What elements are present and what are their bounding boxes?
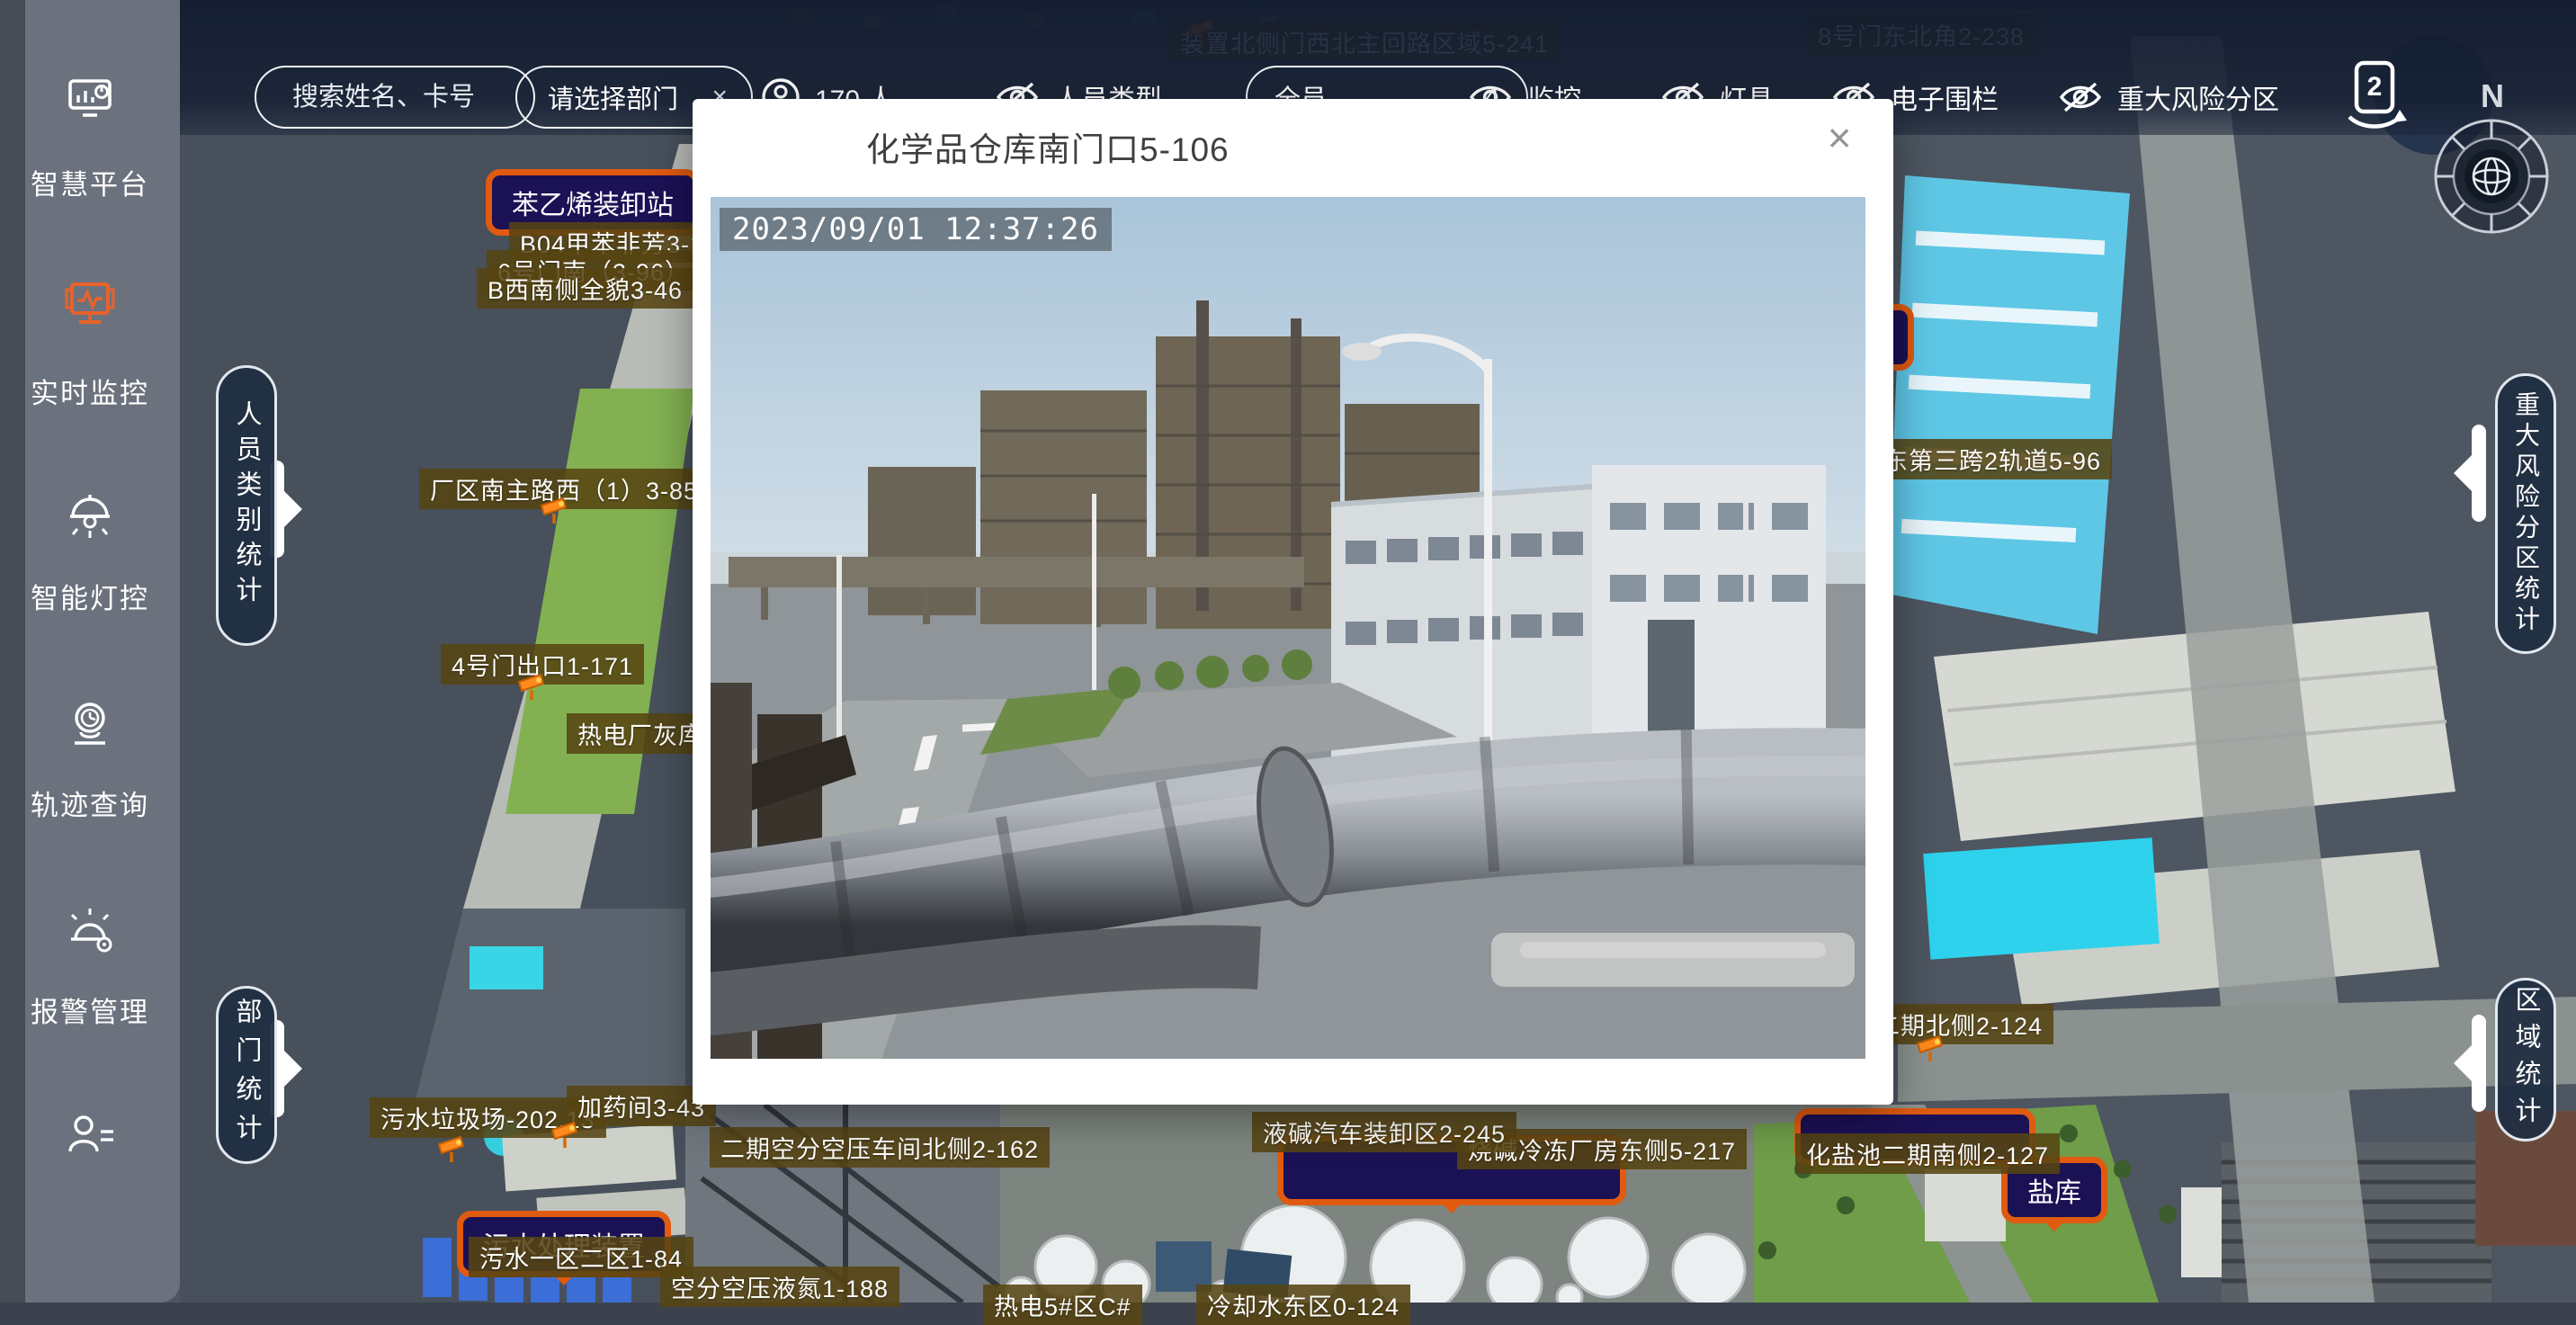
tab-personnel-category-stats[interactable]: 人员类别统计	[216, 365, 277, 646]
camera-marker-icon[interactable]	[517, 673, 553, 703]
tab-major-risk-zone-stats[interactable]: 重大风险分区统计	[2495, 373, 2556, 654]
smart-platform-icon	[63, 72, 117, 126]
tab-department-stats[interactable]: 部门统计	[216, 986, 277, 1164]
rotate-badge-number: 2	[2367, 72, 2383, 102]
map-label: 空分空压液氮1-188	[660, 1267, 899, 1307]
map-label: 二期空分空压车间北侧2-162	[710, 1127, 1050, 1168]
close-icon[interactable]: ×	[1812, 113, 1866, 162]
zone-label: 苯乙烯装卸站	[512, 191, 674, 220]
camera-viewer-modal: 化学品仓库南门口5-106 ×	[693, 99, 1893, 1105]
rotate-device-icon: 2	[2337, 58, 2412, 133]
department-placeholder: 请选择部门	[548, 78, 678, 116]
compass-widget[interactable]	[2432, 117, 2551, 236]
eye-off-icon	[2058, 79, 2103, 115]
toggle-major-risk-zone[interactable]: 重大风险分区	[2058, 66, 2279, 129]
sidebar-item-smart-platform[interactable]: 智慧平台	[0, 162, 180, 202]
sidebar-item-alarm-management[interactable]: 报警管理	[0, 989, 180, 1030]
compass-north-label: N	[2419, 77, 2567, 115]
camera-marker-icon[interactable]	[550, 1121, 586, 1151]
camera-marker-icon[interactable]	[1916, 1034, 1952, 1065]
camera-marker-icon[interactable]	[540, 497, 576, 527]
panel-expand-arrow[interactable]	[2472, 425, 2486, 522]
toggle-label: 重大风险分区	[2117, 77, 2279, 117]
user-list-icon[interactable]	[63, 1108, 117, 1162]
map-label: 热电5#区C#	[983, 1285, 1142, 1325]
tab-area-stats[interactable]: 区域统计	[2495, 978, 2556, 1141]
alarm-management-icon	[63, 903, 117, 957]
map-label: B西南侧全貌3-46	[477, 268, 693, 309]
track-query-icon	[63, 696, 117, 750]
zone-label: 盐库	[2027, 1178, 2081, 1208]
map-label: 液碱汽车装卸区2-245	[1252, 1112, 1516, 1152]
camera-snapshot: 2023/09/01 12:37:26	[711, 197, 1865, 1059]
map-label: 冷却水东区0-124	[1196, 1285, 1410, 1325]
map-label: 东第三跨2轨道5-96	[1873, 439, 2112, 479]
realtime-monitor-icon	[63, 277, 117, 331]
toggle-label: 电子围栏	[1891, 77, 1999, 117]
sidebar-item-smart-light[interactable]: 智能灯控	[0, 576, 180, 616]
camera-marker-icon[interactable]	[437, 1135, 473, 1166]
sidebar-item-track-query[interactable]: 轨迹查询	[0, 783, 180, 823]
panel-expand-arrow[interactable]	[2472, 1015, 2486, 1112]
modal-title: 化学品仓库南门口5-106	[866, 122, 1230, 171]
smart-light-icon	[63, 489, 117, 543]
camera-timestamp: 2023/09/01 12:37:26	[720, 208, 1112, 251]
camera-scene	[711, 197, 1865, 1059]
sidebar-item-realtime-monitor[interactable]: 实时监控	[0, 371, 180, 411]
map-label: 化盐池二期南侧2-127	[1795, 1133, 2060, 1174]
search-input[interactable]	[255, 66, 535, 129]
screen-rotate-button[interactable]: 2	[2337, 58, 2412, 133]
